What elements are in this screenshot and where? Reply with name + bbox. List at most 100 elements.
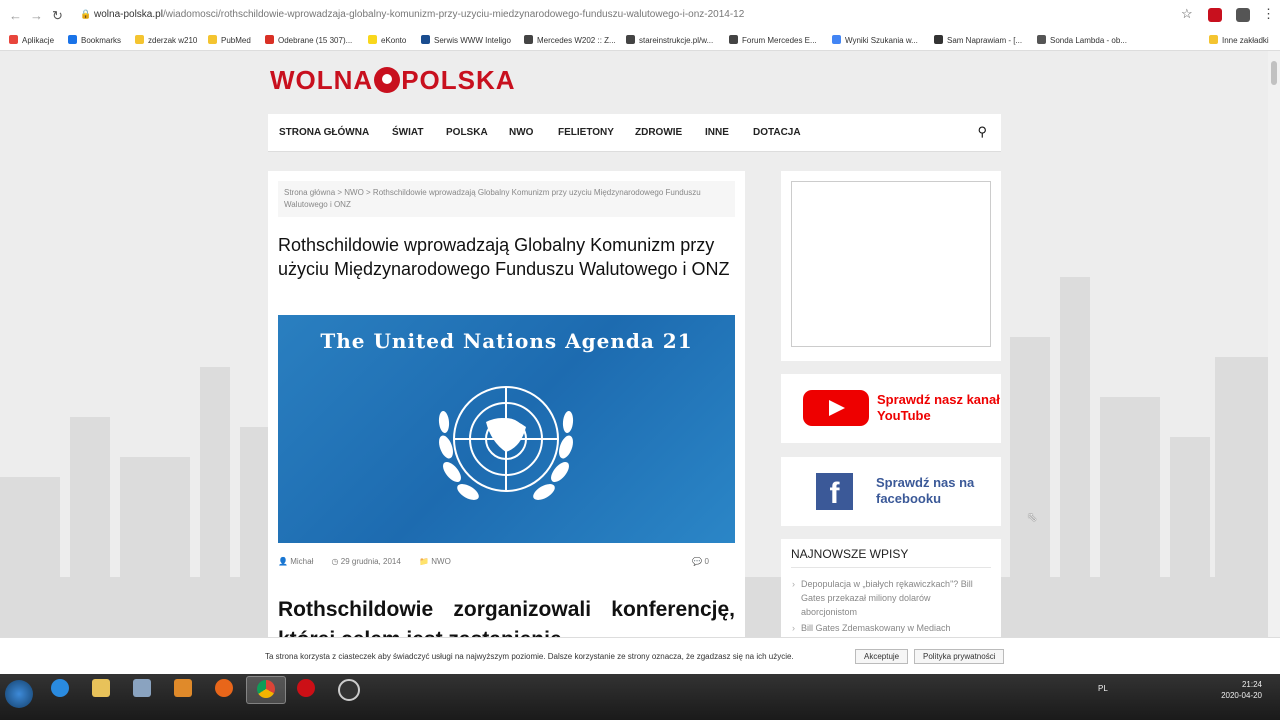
cookie-bar: Ta strona korzysta z ciasteczek aby świa… <box>0 637 1280 675</box>
address-bar: ← → ↻ 🔒 wolna-polska.pl/wiadomosci/roths… <box>0 0 1280 31</box>
bookmarks-bar: Aplikacje Bookmarks zderzak w210 PubMed Odeb… <box>0 30 1280 51</box>
logo-left-text: WOLNA <box>270 65 374 95</box>
bookmark-icon <box>729 35 738 44</box>
bookmark-item[interactable]: stareinstrukcje.pl/w... <box>626 35 713 45</box>
opera-icon[interactable] <box>287 676 325 702</box>
bookmark-item[interactable]: Wyniki Szukania w... <box>832 35 918 45</box>
ie-icon[interactable] <box>41 676 79 702</box>
bookmark-icon <box>368 35 377 44</box>
bookmark-item[interactable]: Forum Mercedes E... <box>729 35 817 45</box>
bookmark-icon <box>524 35 533 44</box>
bookmark-item[interactable]: PubMed <box>208 35 251 45</box>
logo-right-text: POLSKA <box>401 65 516 95</box>
bookmark-label: Inne zakładki <box>1222 36 1269 45</box>
facebook-text: Sprawdź nas na facebooku <box>876 475 975 506</box>
start-button[interactable] <box>5 680 33 708</box>
clock-date: 2020-04-20 <box>1221 691 1262 700</box>
bookmark-item[interactable]: Serwis WWW Inteligo <box>421 35 511 45</box>
bookmark-label: stareinstrukcje.pl/w... <box>639 36 714 45</box>
author-name: Michał <box>290 557 314 566</box>
nav-item-other[interactable]: INNE <box>705 127 729 138</box>
bookmark-label: Wyniki Szukania w... <box>845 36 918 45</box>
bookmark-icon <box>421 35 430 44</box>
image-caption: The United Nations Agenda 21 <box>320 329 693 353</box>
nav-item-poland[interactable]: POLSKA <box>446 127 488 138</box>
nav-item-health[interactable]: ZDROWIE <box>635 127 682 138</box>
menu-icon[interactable]: ⋮ <box>1262 6 1275 22</box>
search-icon[interactable]: ⚲ <box>977 124 987 140</box>
scrollbar-thumb[interactable] <box>1271 61 1277 85</box>
latest-heading: NAJNOWSZE WPISY <box>791 547 909 561</box>
comment-count[interactable]: 💬 0 <box>692 557 717 566</box>
bookmark-icon <box>832 35 841 44</box>
bookmark-label: Aplikacje <box>22 36 55 45</box>
system-tray: PL 21:24 2020-04-20 <box>1090 674 1280 704</box>
nav-item-home[interactable]: STRONA GŁÓWNA <box>279 127 369 138</box>
reload-icon[interactable]: ↻ <box>52 8 63 24</box>
bookmark-item[interactable]: Sonda Lambda - ob... <box>1037 35 1127 45</box>
divider <box>791 567 991 568</box>
bookmark-item[interactable]: Inne zakładki <box>1209 35 1269 45</box>
category[interactable]: 📁 NWO <box>419 557 459 566</box>
bookmark-label: PubMed <box>221 36 251 45</box>
back-icon[interactable]: ← <box>9 8 22 23</box>
youtube-icon <box>803 390 869 426</box>
url-path: /wiadomosci/rothschildowie-wprowadzaja-g… <box>162 9 745 20</box>
bookmark-item[interactable]: Aplikacje <box>9 35 54 45</box>
nav-item-world[interactable]: ŚWIAT <box>392 127 423 138</box>
language-indicator[interactable]: PL <box>1098 684 1108 693</box>
clock[interactable]: 21:24 2020-04-20 <box>1221 679 1262 701</box>
bookmark-item[interactable]: Sam Naprawiam - [... <box>934 35 1022 45</box>
post-date-text: 29 grudnia, 2014 <box>340 557 401 566</box>
cookie-message: Ta strona korzysta z ciasteczek aby świa… <box>265 652 794 661</box>
author[interactable]: 👤 Michał <box>278 557 321 566</box>
bookmark-star-icon[interactable]: ☆ <box>1181 6 1193 22</box>
bookmark-item[interactable]: zderzak w210 <box>135 35 197 45</box>
bookmark-item[interactable]: Bookmarks <box>68 35 121 45</box>
web-page: WOLNA POLSKA STRONA GŁÓWNA ŚWIAT POLSKA N… <box>0 51 1268 637</box>
article: Strona główna > NWO > Rothschildowie wpr… <box>268 171 745 637</box>
bookmark-icon <box>934 35 943 44</box>
profile-icon[interactable] <box>1236 8 1250 22</box>
accept-cookies-button[interactable]: Akceptuje <box>855 649 909 664</box>
media-player-icon[interactable] <box>164 676 202 702</box>
article-lead: Rothschildowie zorganizowali konferencję… <box>278 598 735 637</box>
facebook-banner[interactable]: f Sprawdź nas na facebooku <box>781 457 1001 526</box>
breadcrumb[interactable]: Strona główna > NWO > Rothschildowie wpr… <box>278 181 735 217</box>
bookmark-icon <box>68 35 77 44</box>
bookmark-item[interactable]: Odebrane (15 307)... <box>265 35 352 45</box>
post-date: ◷ 29 grudnia, 2014 <box>331 557 401 566</box>
latest-post-item[interactable]: Depopulacja w „białych rękawiczkach"? Bi… <box>792 577 989 619</box>
nav-item-donation[interactable]: DOTACJA <box>753 127 801 138</box>
ad-frame[interactable] <box>791 181 991 347</box>
site-logo[interactable]: WOLNA POLSKA <box>270 65 516 96</box>
nav-item-nwo[interactable]: NWO <box>509 127 533 138</box>
explorer-icon[interactable] <box>82 676 120 702</box>
youtube-banner[interactable]: Sprawdź nasz kanał YouTube <box>781 374 1001 443</box>
latest-post-item[interactable]: Bill Gates Zdemaskowany w Mediach <box>792 621 989 635</box>
bookmark-label: eKonto <box>381 36 407 45</box>
comment-count-text: 0 <box>704 557 709 566</box>
forward-icon[interactable]: → <box>30 8 43 23</box>
page-title: Rothschildowie wprowadzają Globalny Komu… <box>278 235 730 279</box>
bookmark-icon <box>135 35 144 44</box>
firefox-icon[interactable] <box>205 676 243 702</box>
bookmark-icon <box>265 35 274 44</box>
extension-icon[interactable] <box>1208 8 1222 22</box>
bookmark-label: Serwis WWW Inteligo <box>434 36 511 45</box>
bookmark-item[interactable]: Mercedes W202 :: Z... <box>524 35 616 45</box>
lock-icon: 🔒 <box>80 9 92 19</box>
url-domain: wolna-polska.pl <box>94 9 163 20</box>
calculator-icon[interactable] <box>123 676 161 702</box>
page-scrollbar[interactable] <box>1268 51 1280 637</box>
bookmark-item[interactable]: eKonto <box>368 35 406 45</box>
url-field[interactable]: wolna-polska.pl/wiadomosci/rothschildowi… <box>94 9 744 20</box>
youtube-text: Sprawdź nasz kanał YouTube <box>877 392 1000 423</box>
chrome-icon[interactable] <box>246 676 286 704</box>
obs-icon[interactable] <box>328 676 366 702</box>
bookmark-icon <box>208 35 217 44</box>
mouse-cursor-icon: ⬁ <box>1027 510 1038 524</box>
privacy-policy-button[interactable]: Polityka prywatności <box>914 649 1005 664</box>
nav-item-columns[interactable]: FELIETONY <box>558 127 614 138</box>
article-image[interactable]: The United Nations Agenda 21 <box>278 315 735 543</box>
